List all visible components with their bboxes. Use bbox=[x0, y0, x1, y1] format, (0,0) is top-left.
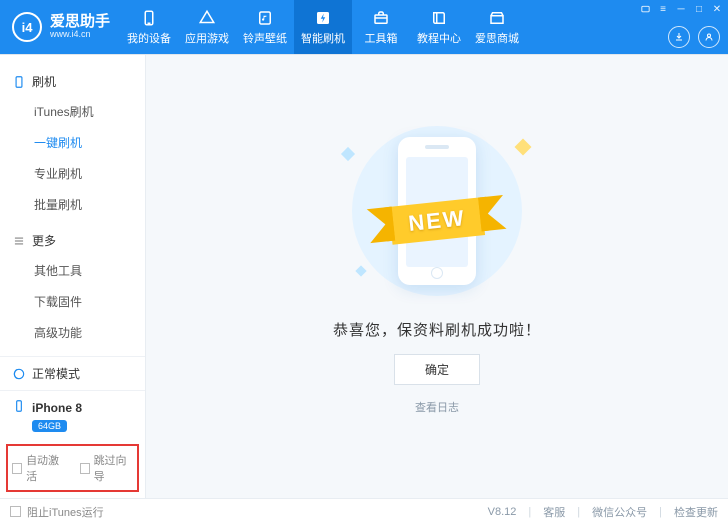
maximize-button[interactable]: □ bbox=[692, 2, 706, 16]
checkbox-label: 自动激活 bbox=[26, 452, 65, 484]
more-group-icon bbox=[12, 234, 26, 248]
view-log-link[interactable]: 查看日志 bbox=[415, 399, 459, 415]
version-label: V8.12 bbox=[488, 506, 517, 518]
nav-smart-flash[interactable]: 智能刷机 bbox=[294, 0, 352, 54]
feedback-icon[interactable] bbox=[638, 2, 652, 16]
brand-subtitle: www.i4.cn bbox=[50, 30, 110, 40]
sidebar-item-oneclick-flash[interactable]: 一键刷机 bbox=[0, 127, 145, 158]
sidebar-item-itunes-flash[interactable]: iTunes刷机 bbox=[0, 96, 145, 127]
checkbox-label: 阻止iTunes运行 bbox=[27, 504, 104, 520]
toolbox-icon bbox=[372, 9, 390, 27]
device-name-label: iPhone 8 bbox=[32, 401, 82, 415]
app-header: i4 爱思助手 www.i4.cn 我的设备 应用游戏 铃声壁纸 智能刷机 bbox=[0, 0, 728, 54]
flash-group-icon bbox=[12, 75, 26, 89]
nav-label: 爱思商城 bbox=[475, 30, 519, 46]
wechat-link[interactable]: 微信公众号 bbox=[592, 504, 647, 520]
success-illustration: NEW bbox=[327, 121, 547, 301]
sidebar-item-batch-flash[interactable]: 批量刷机 bbox=[0, 189, 145, 220]
sidebar: 刷机 iTunes刷机 一键刷机 专业刷机 批量刷机 更多 其 bbox=[0, 55, 146, 498]
nav-label: 教程中心 bbox=[417, 30, 461, 46]
nav-label: 智能刷机 bbox=[301, 30, 345, 46]
checkbox-icon bbox=[10, 506, 21, 517]
phone-icon bbox=[140, 9, 158, 27]
mode-icon bbox=[12, 367, 26, 381]
checkbox-auto-activate[interactable]: 自动激活 bbox=[12, 452, 66, 484]
group-title: 更多 bbox=[32, 232, 56, 249]
nav-label: 我的设备 bbox=[127, 30, 171, 46]
sidebar-item-other-tools[interactable]: 其他工具 bbox=[0, 255, 145, 286]
checkbox-label: 跳过向导 bbox=[94, 452, 133, 484]
store-icon bbox=[488, 9, 506, 27]
nav-ringtones[interactable]: 铃声壁纸 bbox=[236, 0, 294, 54]
success-message: 恭喜您，保资料刷机成功啦！ bbox=[333, 319, 541, 340]
sidebar-group-more[interactable]: 更多 bbox=[0, 226, 145, 255]
window-controls: ≡ ─ □ ✕ bbox=[638, 2, 724, 16]
nav-my-device[interactable]: 我的设备 bbox=[120, 0, 178, 54]
checkbox-icon bbox=[12, 463, 22, 474]
nav-tutorials[interactable]: 教程中心 bbox=[410, 0, 468, 54]
confirm-button[interactable]: 确定 bbox=[394, 354, 480, 385]
music-icon bbox=[256, 9, 274, 27]
flash-icon bbox=[314, 9, 332, 27]
device-icon bbox=[12, 399, 26, 416]
close-button[interactable]: ✕ bbox=[710, 2, 724, 16]
checkbox-skip-guide[interactable]: 跳过向导 bbox=[80, 452, 134, 484]
brand-logo-icon: i4 bbox=[12, 12, 42, 42]
storage-badge: 64GB bbox=[32, 420, 67, 432]
brand-title: 爱思助手 bbox=[50, 14, 110, 31]
checkbox-icon bbox=[80, 463, 90, 474]
mode-label: 正常模式 bbox=[32, 365, 80, 382]
nav-store[interactable]: 爱思商城 bbox=[468, 0, 526, 54]
support-link[interactable]: 客服 bbox=[543, 504, 565, 520]
check-update-link[interactable]: 检查更新 bbox=[674, 504, 718, 520]
nav-label: 工具箱 bbox=[365, 30, 398, 46]
device-mode[interactable]: 正常模式 bbox=[0, 357, 145, 391]
checkbox-block-itunes[interactable]: 阻止iTunes运行 bbox=[10, 504, 104, 520]
sidebar-item-advanced[interactable]: 高级功能 bbox=[0, 317, 145, 348]
menu-icon[interactable]: ≡ bbox=[656, 2, 670, 16]
nav-label: 应用游戏 bbox=[185, 30, 229, 46]
minimize-button[interactable]: ─ bbox=[674, 2, 688, 16]
group-title: 刷机 bbox=[32, 73, 56, 90]
nav-apps-games[interactable]: 应用游戏 bbox=[178, 0, 236, 54]
brand: i4 爱思助手 www.i4.cn bbox=[0, 12, 120, 42]
top-nav: 我的设备 应用游戏 铃声壁纸 智能刷机 工具箱 教程中心 bbox=[120, 0, 526, 54]
sidebar-item-pro-flash[interactable]: 专业刷机 bbox=[0, 158, 145, 189]
apps-icon bbox=[198, 9, 216, 27]
main-content: NEW 恭喜您，保资料刷机成功啦！ 确定 查看日志 bbox=[146, 55, 728, 498]
download-button[interactable] bbox=[668, 26, 690, 48]
sidebar-group-flash[interactable]: 刷机 bbox=[0, 67, 145, 96]
book-icon bbox=[430, 9, 448, 27]
nav-toolbox[interactable]: 工具箱 bbox=[352, 0, 410, 54]
sidebar-item-download-firmware[interactable]: 下载固件 bbox=[0, 286, 145, 317]
user-button[interactable] bbox=[698, 26, 720, 48]
nav-label: 铃声壁纸 bbox=[243, 30, 287, 46]
highlighted-options: 自动激活 跳过向导 bbox=[6, 444, 139, 492]
device-info[interactable]: iPhone 8 64GB bbox=[0, 391, 145, 440]
status-bar: 阻止iTunes运行 V8.12 | 客服 | 微信公众号 | 检查更新 bbox=[0, 498, 728, 524]
